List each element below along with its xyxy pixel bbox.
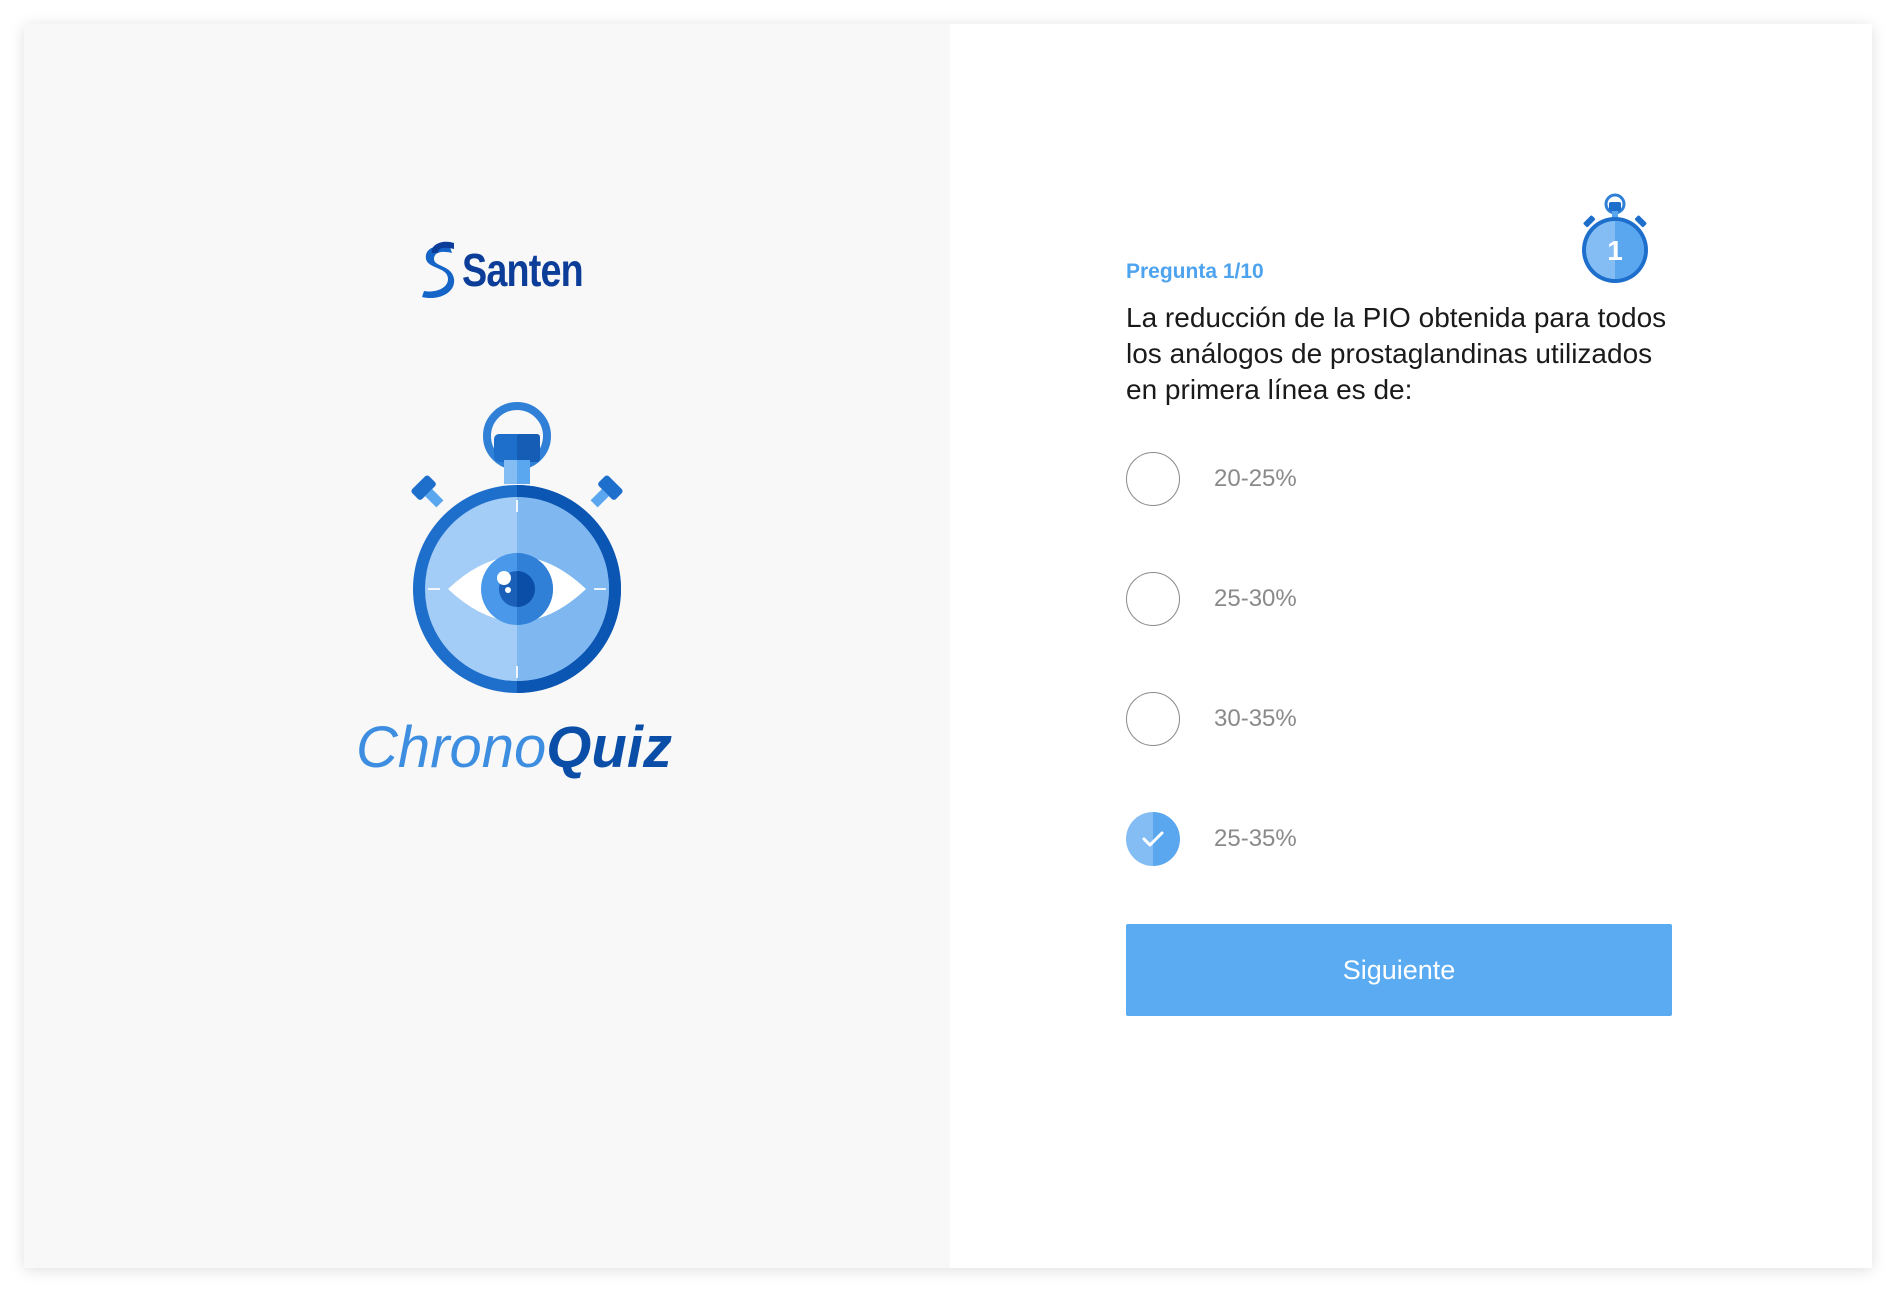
- app-title: ChronoQuiz: [324, 714, 704, 781]
- stopwatch-eye-icon: [411, 402, 623, 693]
- brand-logo-text: Santen: [462, 244, 584, 296]
- stopwatch-timer-icon: 1: [1582, 193, 1648, 283]
- answer-option-label: 20-25%: [1214, 465, 1297, 492]
- answer-option-4[interactable]: 25-35%: [1126, 812, 1686, 932]
- answer-option-label: 25-30%: [1214, 585, 1297, 612]
- answer-option-2[interactable]: 25-30%: [1126, 572, 1686, 692]
- app-title-chrono: Chrono: [356, 715, 547, 780]
- question-counter: Pregunta 1/10: [1126, 260, 1264, 283]
- question-text: La reducción de la PIO obtenida para tod…: [1126, 302, 1667, 405]
- next-button[interactable]: Siguiente: [1126, 924, 1672, 1016]
- answer-option-label: 25-35%: [1214, 825, 1297, 852]
- radio-button[interactable]: [1126, 692, 1180, 746]
- santen-s-logo-icon: [422, 241, 455, 299]
- answer-options: 20-25% 25-30% 30-35% 25-35%: [1126, 452, 1686, 932]
- branding-panel: Santen ChronoQuiz: [24, 24, 950, 1268]
- radio-button[interactable]: [1126, 452, 1180, 506]
- answer-option-label: 30-35%: [1214, 705, 1297, 732]
- radio-button-checked[interactable]: [1126, 812, 1180, 866]
- answer-option-3[interactable]: 30-35%: [1126, 692, 1686, 812]
- checkmark-icon: [1142, 831, 1164, 847]
- timer-value: 1: [1607, 235, 1623, 266]
- answer-option-1[interactable]: 20-25%: [1126, 452, 1686, 572]
- app-title-quiz: Quiz: [546, 715, 672, 780]
- radio-button[interactable]: [1126, 572, 1180, 626]
- brand-logo: Santen: [420, 234, 609, 306]
